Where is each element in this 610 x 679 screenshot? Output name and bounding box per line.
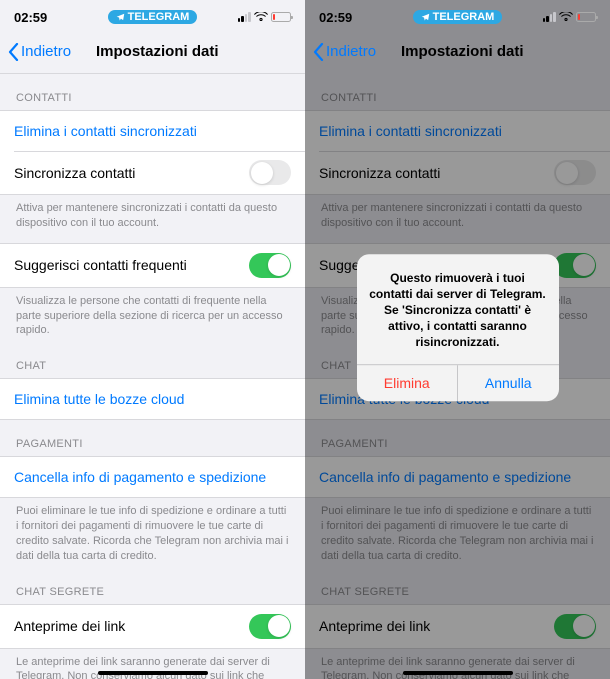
confirm-alert: Questo rimuoverà i tuoi contatti dai ser…	[357, 254, 559, 402]
link-previews-label: Anteprime dei link	[14, 618, 125, 634]
link-previews-row: Anteprime dei link	[305, 605, 610, 648]
sync-contacts-row: Sincronizza contatti	[305, 151, 610, 194]
nav-bar: Indietro Impostazioni dati	[0, 30, 305, 74]
status-time: 02:59	[14, 10, 106, 25]
sync-contacts-label: Sincronizza contatti	[14, 165, 135, 181]
telegram-icon	[421, 13, 430, 22]
section-header-contacts: CONTATTI	[0, 74, 305, 110]
link-previews-row: Anteprime dei link	[0, 605, 305, 648]
frequent-contacts-toggle[interactable]	[249, 253, 291, 278]
status-bar: 02:59 TELEGRAM	[0, 0, 305, 30]
section-header-chat: CHAT	[0, 342, 305, 378]
frequent-contacts-toggle	[554, 253, 596, 278]
battery-icon	[271, 12, 291, 22]
telegram-pill[interactable]: TELEGRAM	[413, 10, 503, 24]
back-button[interactable]: Indietro	[8, 43, 88, 61]
back-button[interactable]: Indietro	[313, 43, 393, 61]
section-header-payments: PAGAMENTI	[305, 420, 610, 456]
link-previews-toggle[interactable]	[249, 614, 291, 639]
status-bar: 02:59 TELEGRAM	[305, 0, 610, 30]
clear-payment-info: Cancella info di pagamento e spedizione	[305, 457, 610, 497]
wifi-icon	[559, 12, 573, 22]
alert-delete-button[interactable]: Elimina	[357, 366, 458, 402]
nav-bar: Indietro Impostazioni dati	[305, 30, 610, 74]
delete-synced-contacts[interactable]: Elimina i contatti sincronizzati	[0, 111, 305, 151]
chevron-left-icon	[313, 43, 324, 61]
alert-cancel-button[interactable]: Annulla	[457, 366, 559, 402]
telegram-icon	[116, 13, 125, 22]
page-title: Impostazioni dati	[401, 43, 602, 60]
section-header-secret: CHAT SEGRETE	[0, 568, 305, 604]
section-footer-payments: Puoi eliminare le tue info di spedizione…	[305, 498, 610, 567]
screen-right: 02:59 TELEGRAM Indietro Impostazioni dat…	[305, 0, 610, 679]
section-header-contacts: CONTATTI	[305, 74, 610, 110]
section-footer-frequent: Visualizza le persone che contatti di fr…	[0, 288, 305, 343]
frequent-contacts-label: Suggerisci contatti frequenti	[14, 257, 187, 273]
frequent-contacts-row: Suggerisci contatti frequenti	[0, 244, 305, 287]
clear-payment-info[interactable]: Cancella info di pagamento e spedizione	[0, 457, 305, 497]
sync-contacts-toggle[interactable]	[249, 160, 291, 185]
delete-all-drafts[interactable]: Elimina tutte le bozze cloud	[0, 379, 305, 419]
wifi-icon	[254, 12, 268, 22]
status-indicators	[199, 12, 291, 22]
section-footer-payments: Puoi eliminare le tue info di spedizione…	[0, 498, 305, 567]
link-previews-toggle	[554, 614, 596, 639]
signal-icon	[238, 12, 251, 22]
chevron-left-icon	[8, 43, 19, 61]
link-previews-label: Anteprime dei link	[319, 618, 430, 634]
screen-left: 02:59 TELEGRAM Indietro Impostazioni dat…	[0, 0, 305, 679]
signal-icon	[543, 12, 556, 22]
delete-synced-contacts: Elimina i contatti sincronizzati	[305, 111, 610, 151]
home-indicator[interactable]	[403, 671, 513, 675]
alert-message: Questo rimuoverà i tuoi contatti dai ser…	[357, 254, 559, 365]
telegram-pill[interactable]: TELEGRAM	[108, 10, 198, 24]
home-indicator[interactable]	[98, 671, 208, 675]
page-title: Impostazioni dati	[96, 43, 297, 60]
sync-contacts-toggle	[554, 160, 596, 185]
status-time: 02:59	[319, 10, 411, 25]
sync-contacts-row: Sincronizza contatti	[0, 151, 305, 194]
page-content[interactable]: CONTATTI Elimina i contatti sincronizzat…	[0, 74, 305, 679]
sync-contacts-label: Sincronizza contatti	[319, 165, 440, 181]
status-indicators	[504, 12, 596, 22]
section-footer-contacts: Attiva per mantenere sincronizzati i con…	[305, 195, 610, 235]
battery-icon	[576, 12, 596, 22]
section-footer-contacts: Attiva per mantenere sincronizzati i con…	[0, 195, 305, 235]
section-header-payments: PAGAMENTI	[0, 420, 305, 456]
section-header-secret: CHAT SEGRETE	[305, 568, 610, 604]
